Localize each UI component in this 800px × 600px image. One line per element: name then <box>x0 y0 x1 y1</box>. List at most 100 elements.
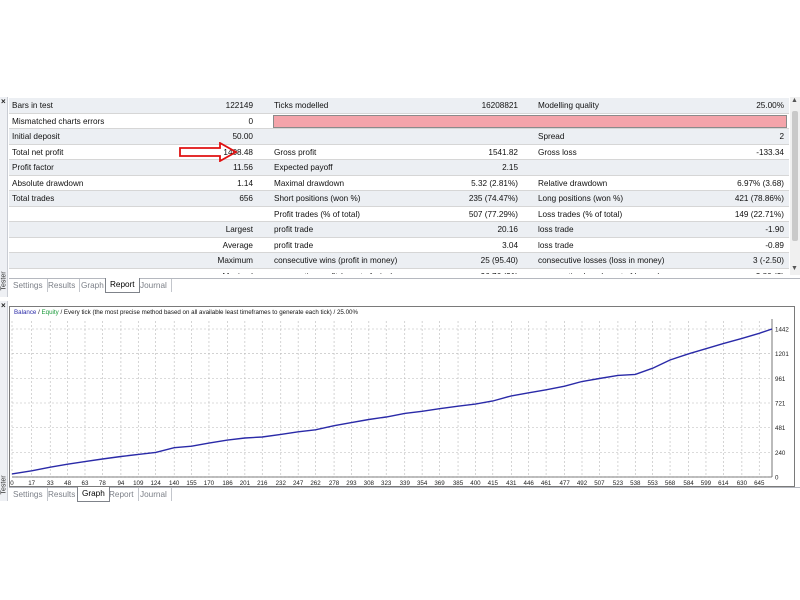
x-tick-label: 170 <box>204 480 215 487</box>
report-value: 16208821 <box>481 101 518 110</box>
x-tick-label: 568 <box>665 480 676 487</box>
tab-report[interactable]: Report <box>105 488 139 501</box>
x-tick-label: 415 <box>488 480 499 487</box>
y-tick-label: 961 <box>775 376 786 383</box>
report-label: profit trade <box>274 240 314 250</box>
report-label: Long positions (won %) <box>538 194 624 203</box>
scroll-up-icon[interactable]: ▲ <box>791 97 798 104</box>
report-value: 235 (74.47%) <box>468 194 518 203</box>
x-tick-label: 630 <box>737 480 748 487</box>
x-tick-label: 124 <box>150 480 161 487</box>
tab-results[interactable]: Results <box>44 279 81 292</box>
report-value: 25.00% <box>756 101 784 110</box>
report-value: 1.14 <box>237 178 253 188</box>
x-tick-label: 538 <box>630 480 641 487</box>
chart-plot: 0 17 33 48 63 78 94 109 124 140 155 170 186 201 216 232… <box>10 319 789 487</box>
report-value: 96.76 (21) <box>429 269 518 275</box>
report-value: Maximum <box>217 256 253 265</box>
report-label: Ticks modelled <box>274 101 329 110</box>
report-value: -1.90 <box>765 225 784 234</box>
tab-results[interactable]: Results <box>44 488 81 501</box>
x-tick-label: 140 <box>169 480 180 487</box>
report-value: 149 (22.71%) <box>734 209 784 219</box>
x-tick-label: 492 <box>577 480 588 487</box>
x-tick-label: 216 <box>257 480 268 487</box>
x-tick-label: 308 <box>364 480 375 487</box>
report-value: Average <box>222 240 253 250</box>
report-value <box>159 207 253 222</box>
x-tick-label: 262 <box>310 480 321 487</box>
x-tick-label: 323 <box>381 480 392 487</box>
scroll-thumb[interactable] <box>792 111 798 241</box>
report-table: Bars in test 122149 Ticks modelled 16208821… <box>9 98 789 274</box>
report-value: 3.04 <box>502 240 518 250</box>
report-label: Modelling quality <box>538 101 599 110</box>
report-label: Initial deposit <box>12 132 60 141</box>
x-tick-label: 645 <box>754 480 765 487</box>
x-tick-label: 17 <box>28 480 35 487</box>
report-row: Average profit trade 3.04 loss trade -0.89 <box>9 238 789 253</box>
tab-report[interactable]: Report <box>105 278 140 293</box>
x-tick-label: 523 <box>613 480 624 487</box>
report-tabbar: Settings Results Graph Report Journal <box>9 278 800 293</box>
tab-journal[interactable]: Journal <box>136 279 172 292</box>
tester-side-strip: × Tester <box>0 97 8 297</box>
x-tick-label: 477 <box>559 480 570 487</box>
x-tick-label: 339 <box>400 480 411 487</box>
red-arrow-annotation <box>179 142 238 162</box>
y-tick-label: 240 <box>775 450 786 457</box>
report-value: 0 <box>248 116 253 126</box>
tester-label: Tester <box>0 475 8 495</box>
report-value: 1541.82 <box>488 147 518 157</box>
report-value: 3 (-2.50) <box>753 256 784 265</box>
x-tick-label: 94 <box>117 480 124 487</box>
y-tick-label: 0 <box>775 475 779 482</box>
report-value: Maximal <box>159 269 253 275</box>
tab-settings[interactable]: Settings <box>9 488 48 501</box>
balance-chart: Balance / Equity / Every tick (the most … <box>9 306 795 487</box>
report-value: 11.56 <box>233 163 253 172</box>
report-value: 25 (95.40) <box>480 256 518 265</box>
report-row: Profit trades (% of total) 507 (77.29%) Lo… <box>9 207 789 222</box>
report-value: 656 <box>239 194 253 203</box>
report-label: consecutive loss (count of losses) <box>538 269 660 275</box>
x-tick-label: 446 <box>524 480 535 487</box>
y-tick-label: 481 <box>775 425 786 432</box>
report-value: 507 (77.29%) <box>468 209 518 219</box>
close-icon[interactable]: × <box>1 301 6 310</box>
report-label: Short positions (won %) <box>274 194 361 203</box>
x-tick-label: 599 <box>701 480 712 487</box>
x-tick-label: 33 <box>47 480 54 487</box>
tab-journal[interactable]: Journal <box>136 488 172 501</box>
report-value: 2.15 <box>502 163 518 172</box>
x-tick-label: 400 <box>470 480 481 487</box>
tab-graph[interactable]: Graph <box>77 279 109 292</box>
x-tick-label: 293 <box>346 480 357 487</box>
report-label: Profit factor <box>12 163 54 172</box>
x-tick-label: 507 <box>594 480 605 487</box>
x-tick-label: 78 <box>99 480 106 487</box>
y-tick-label: 1442 <box>775 327 789 334</box>
report-label: loss trade <box>538 240 574 250</box>
report-label: Profit trades (% of total) <box>274 209 361 219</box>
scroll-down-icon[interactable]: ▼ <box>791 265 798 272</box>
y-tick-label: 1201 <box>775 351 789 358</box>
x-tick-label: 109 <box>133 480 144 487</box>
report-label: Bars in test <box>12 101 53 110</box>
x-tick-label: 186 <box>222 480 233 487</box>
report-scrollbar[interactable]: ▲ ▼ <box>790 97 800 275</box>
report-row: Maximum consecutive wins (profit in money… <box>9 253 789 269</box>
report-row: Absolute drawdown 1.14 Maximal drawdown 5.3… <box>9 176 789 191</box>
report-label: Expected payoff <box>274 163 333 172</box>
report-label: Absolute drawdown <box>12 178 84 188</box>
report-panel: × Tester Bars in test 122149 Ticks modelle… <box>0 97 800 297</box>
close-icon[interactable]: × <box>1 97 6 106</box>
x-tick-label: 232 <box>276 480 287 487</box>
report-row: Bars in test 122149 Ticks modelled 16208821… <box>9 98 789 114</box>
report-value: 122149 <box>225 101 253 110</box>
tab-settings[interactable]: Settings <box>9 279 48 292</box>
report-row: Initial deposit 50.00 Spread 2 <box>9 129 789 145</box>
report-label: consecutive profit (count of wins) <box>274 269 393 275</box>
x-tick-label: 48 <box>64 480 71 487</box>
x-tick-label: 553 <box>648 480 659 487</box>
